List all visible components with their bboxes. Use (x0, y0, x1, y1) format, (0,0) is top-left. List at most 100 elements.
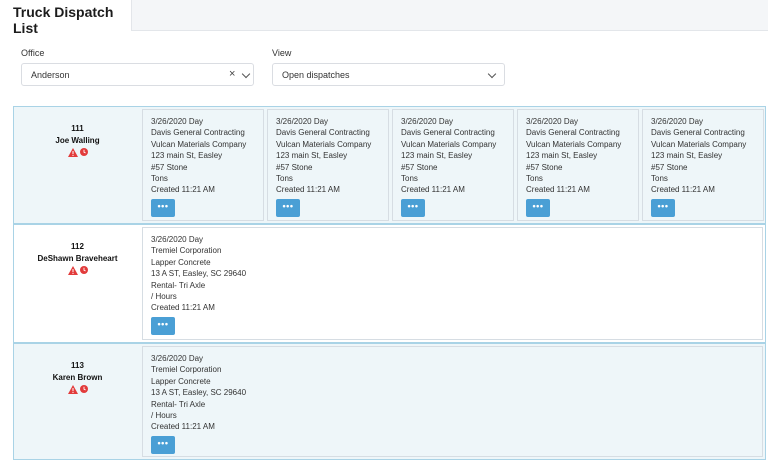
dispatch-card[interactable]: 3/26/2020 Day Davis General Contracting Vu… (642, 109, 764, 221)
driver-name: DeShawn Braveheart (37, 254, 118, 263)
view-select[interactable]: Open dispatches (272, 63, 505, 86)
dispatch-line: 123 main St, Easley (276, 151, 348, 161)
view-select-value: Open dispatches (282, 70, 350, 80)
dispatch-line: 3/26/2020 Day (151, 354, 204, 363)
dispatch-line: 3/26/2020 Day (151, 235, 204, 244)
dispatch-line: Tons (651, 174, 668, 183)
dispatch-line: Created 11:21 AM (151, 185, 215, 195)
dispatch-card[interactable]: 3/26/2020 Day Davis General Contracting Vu… (142, 109, 264, 221)
dispatch-line: Tremiel Corporation (151, 365, 222, 375)
office-select-value: Anderson (31, 70, 70, 80)
clock-icon (79, 385, 88, 393)
chevron-down-icon[interactable] (487, 69, 497, 79)
dispatch-line: Davis General Contracting (401, 128, 495, 138)
dispatch-line: 3/26/2020 Day (151, 117, 204, 126)
more-actions-button[interactable]: ••• (276, 198, 300, 217)
dispatch-line: Tons (401, 174, 418, 183)
dispatch-line: Created 11:21 AM (276, 185, 340, 195)
dispatch-line: Vulcan Materials Company (151, 139, 247, 149)
truck-number: 112 (71, 242, 84, 251)
truck-info: 112 DeShawn Braveheart (14, 225, 141, 342)
dispatch-line: 123 main St, Easley (401, 151, 473, 161)
warning-triangle-icon (67, 266, 78, 275)
dispatch-card[interactable]: 3/26/2020 Day Davis General Contracting Vu… (392, 109, 514, 221)
office-label: Office (21, 48, 45, 58)
dispatch-line: 3/26/2020 Day (651, 117, 704, 126)
dispatch-line: Created 11:21 AM (151, 303, 215, 313)
more-actions-button[interactable]: ••• (151, 198, 175, 217)
clear-icon[interactable]: × (229, 68, 235, 80)
truck-row: 113 Karen Brown 3/26/2020 Day Tremiel Corpo… (13, 343, 766, 460)
more-icon: ••• (532, 200, 544, 211)
truck-info: 113 Karen Brown (14, 344, 141, 459)
dispatch-line: Vulcan Materials Company (401, 139, 497, 149)
dispatch-line: Davis General Contracting (151, 128, 245, 138)
dispatch-line: / Hours (151, 411, 177, 420)
dispatch-line: Tons (276, 174, 293, 183)
more-actions-button[interactable]: ••• (401, 198, 425, 217)
dispatch-line: 123 main St, Easley (651, 151, 723, 161)
truck-number: 111 (71, 124, 84, 133)
dispatch-line: Tons (151, 174, 168, 183)
dispatch-card[interactable]: 3/26/2020 Day Davis General Contracting Vu… (267, 109, 389, 221)
status-icons (14, 148, 141, 158)
truck-number: 113 (71, 361, 84, 370)
dispatch-card[interactable]: 3/26/2020 Day Tremiel Corporation Lapper C… (142, 227, 763, 340)
dispatch-line: 3/26/2020 Day (276, 117, 329, 126)
dispatch-line: Vulcan Materials Company (526, 139, 622, 149)
more-actions-button[interactable]: ••• (151, 435, 175, 454)
dispatch-line: Vulcan Materials Company (651, 139, 747, 149)
dispatch-line: 123 main St, Easley (526, 151, 598, 161)
more-icon: ••• (157, 437, 169, 448)
view-label: View (272, 48, 292, 58)
more-icon: ••• (282, 200, 294, 211)
dispatch-card[interactable]: 3/26/2020 Day Davis General Contracting Vu… (517, 109, 639, 221)
status-icons (14, 266, 141, 276)
dispatch-line: Rental- Tri Axle (151, 399, 206, 409)
warning-triangle-icon (67, 148, 78, 157)
more-icon: ••• (657, 200, 669, 211)
truck-row: 112 DeShawn Braveheart 3/26/2020 Day Tremie… (13, 224, 766, 343)
more-icon: ••• (407, 200, 419, 211)
driver-name: Karen Brown (52, 373, 103, 382)
clock-icon (79, 266, 88, 274)
dispatch-line: #57 Stone (401, 162, 438, 172)
page-title-tab: Truck Dispatch List (0, 0, 132, 36)
dispatch-line: 13 A ST, Easley, SC 29640 (151, 388, 247, 398)
office-select[interactable]: Anderson × (21, 63, 254, 86)
more-icon: ••• (157, 200, 169, 211)
page-title: Truck Dispatch List (13, 4, 114, 36)
dispatch-line: #57 Stone (151, 162, 188, 172)
dispatch-line: Created 11:21 AM (151, 422, 215, 432)
dispatch-line: / Hours (151, 292, 177, 301)
warning-triangle-icon (67, 385, 78, 394)
dispatch-line: Davis General Contracting (276, 128, 370, 138)
dispatch-line: 3/26/2020 Day (401, 117, 454, 126)
driver-name: Joe Walling (55, 136, 100, 145)
clock-icon (79, 148, 88, 156)
more-actions-button[interactable]: ••• (651, 198, 675, 217)
dispatch-line: Tremiel Corporation (151, 246, 222, 256)
dispatch-line: #57 Stone (651, 162, 688, 172)
dispatch-line: Rental- Tri Axle (151, 280, 206, 290)
dispatch-line: 13 A ST, Easley, SC 29640 (151, 269, 247, 279)
dispatch-line: #57 Stone (526, 162, 563, 172)
truck-row: 111 Joe Walling 3/26/2020 Day Davis General… (13, 106, 766, 224)
dispatch-card[interactable]: 3/26/2020 Day Tremiel Corporation Lapper C… (142, 346, 763, 457)
dispatch-line: Lapper Concrete (151, 376, 211, 386)
dispatch-line: Created 11:21 AM (401, 185, 465, 195)
dispatch-line: Vulcan Materials Company (276, 139, 372, 149)
dispatch-line: Created 11:21 AM (651, 185, 715, 195)
status-icons (14, 385, 141, 395)
more-actions-button[interactable]: ••• (526, 198, 550, 217)
dispatch-line: #57 Stone (276, 162, 313, 172)
dispatch-line: Davis General Contracting (651, 128, 745, 138)
truck-info: 111 Joe Walling (14, 107, 141, 223)
more-actions-button[interactable]: ••• (151, 316, 175, 335)
dispatch-line: Davis General Contracting (526, 128, 620, 138)
top-bar: Truck Dispatch List (0, 0, 768, 36)
more-icon: ••• (157, 318, 169, 329)
dispatch-line: 3/26/2020 Day (526, 117, 579, 126)
dispatch-line: 123 main St, Easley (151, 151, 223, 161)
chevron-down-icon[interactable] (241, 69, 251, 79)
